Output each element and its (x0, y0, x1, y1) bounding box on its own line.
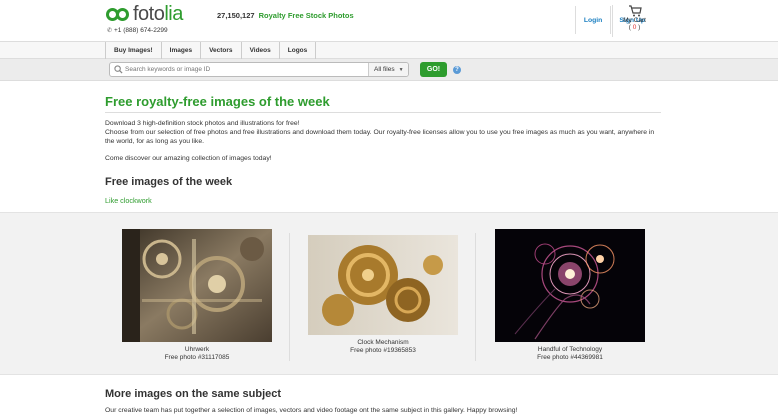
cart-label: My Cart (623, 17, 646, 24)
logo-mark-icon (106, 7, 130, 21)
card-photo-id: Free photo #19365853 (350, 347, 416, 354)
search-box: All files ▼ (109, 62, 409, 77)
card-title: Handful of Technology (537, 346, 603, 353)
card-title: Clock Mechanism (357, 339, 409, 346)
search-icon (114, 65, 123, 74)
clock-mechanism-thumbnail[interactable] (308, 235, 458, 335)
main-nav: Buy Images! Images Vectors Videos Logos (0, 41, 778, 59)
nav-item-videos[interactable]: Videos (242, 42, 280, 59)
file-type-select[interactable]: All files ▼ (368, 63, 408, 76)
nav-item-buy-images[interactable]: Buy Images! (105, 42, 162, 59)
image-count-number: 27,150,127 (217, 11, 255, 20)
more-images-text: Our creative team has put together a sel… (105, 407, 518, 414)
card-photo-id: Free photo #44369981 (537, 354, 603, 361)
week-section-title: Free images of the week (105, 176, 233, 188)
site-header: fotolia ✆ +1 (888) 674-2299 27,150,127 R… (0, 0, 778, 41)
intro-text: Download 3 high-definition stock photos … (105, 119, 665, 146)
search-bar: All files ▼ GO! ? (0, 59, 778, 81)
more-images-title: More images on the same subject (105, 388, 282, 400)
card-photo-id: Free photo #31117085 (164, 354, 230, 361)
gallery-card[interactable]: Handful of Technology Free photo #443699… (495, 229, 645, 362)
image-count: 27,150,127 Royalty Free Stock Photos (217, 11, 354, 20)
help-icon[interactable]: ? (453, 66, 461, 74)
gallery-card[interactable]: Clock Mechanism Free photo #19365853 (308, 235, 458, 355)
nav-item-images[interactable]: Images (162, 42, 202, 59)
card-title: Uhrwerk (184, 346, 210, 353)
search-input[interactable] (125, 66, 365, 73)
theme-subtitle: Like clockwork (105, 196, 152, 205)
free-images-gallery: Uhrwerk Free photo #31117085 Clock Mecha… (0, 212, 778, 375)
search-go-button[interactable]: GO! (420, 62, 447, 77)
page-title: Free royalty-free images of the week (105, 94, 330, 109)
nav-item-logos[interactable]: Logos (280, 42, 317, 59)
cart-button[interactable]: My Cart ( 0 ) (612, 5, 656, 37)
cart-count-wrapper: ( 0 ) (628, 24, 641, 31)
title-divider (105, 112, 661, 113)
chevron-down-icon: ▼ (398, 66, 404, 73)
image-count-label: Royalty Free Stock Photos (258, 11, 354, 20)
intro-line-2: Choose from our selection of free photos… (105, 129, 655, 145)
uhrwerk-thumbnail[interactable] (122, 229, 272, 342)
fotolia-logo[interactable]: fotolia (106, 3, 183, 25)
gallery-card[interactable]: Uhrwerk Free photo #31117085 (122, 229, 272, 362)
gallery-divider (289, 233, 290, 361)
gallery-divider (475, 233, 476, 361)
cart-icon (628, 5, 642, 17)
login-link[interactable]: Login (574, 6, 611, 34)
nav-item-vectors[interactable]: Vectors (201, 42, 242, 59)
discover-text: Come discover our amazing collection of … (105, 155, 272, 162)
handful-of-technology-thumbnail[interactable] (495, 229, 645, 342)
phone-number: ✆ +1 (888) 674-2299 (107, 27, 168, 34)
logo-wordmark: fotolia (133, 3, 183, 25)
file-type-value: All files (374, 66, 395, 73)
phone-icon: ✆ (107, 27, 113, 34)
phone-text: +1 (888) 674-2299 (114, 27, 168, 34)
intro-line-1: Download 3 high-definition stock photos … (105, 120, 300, 127)
